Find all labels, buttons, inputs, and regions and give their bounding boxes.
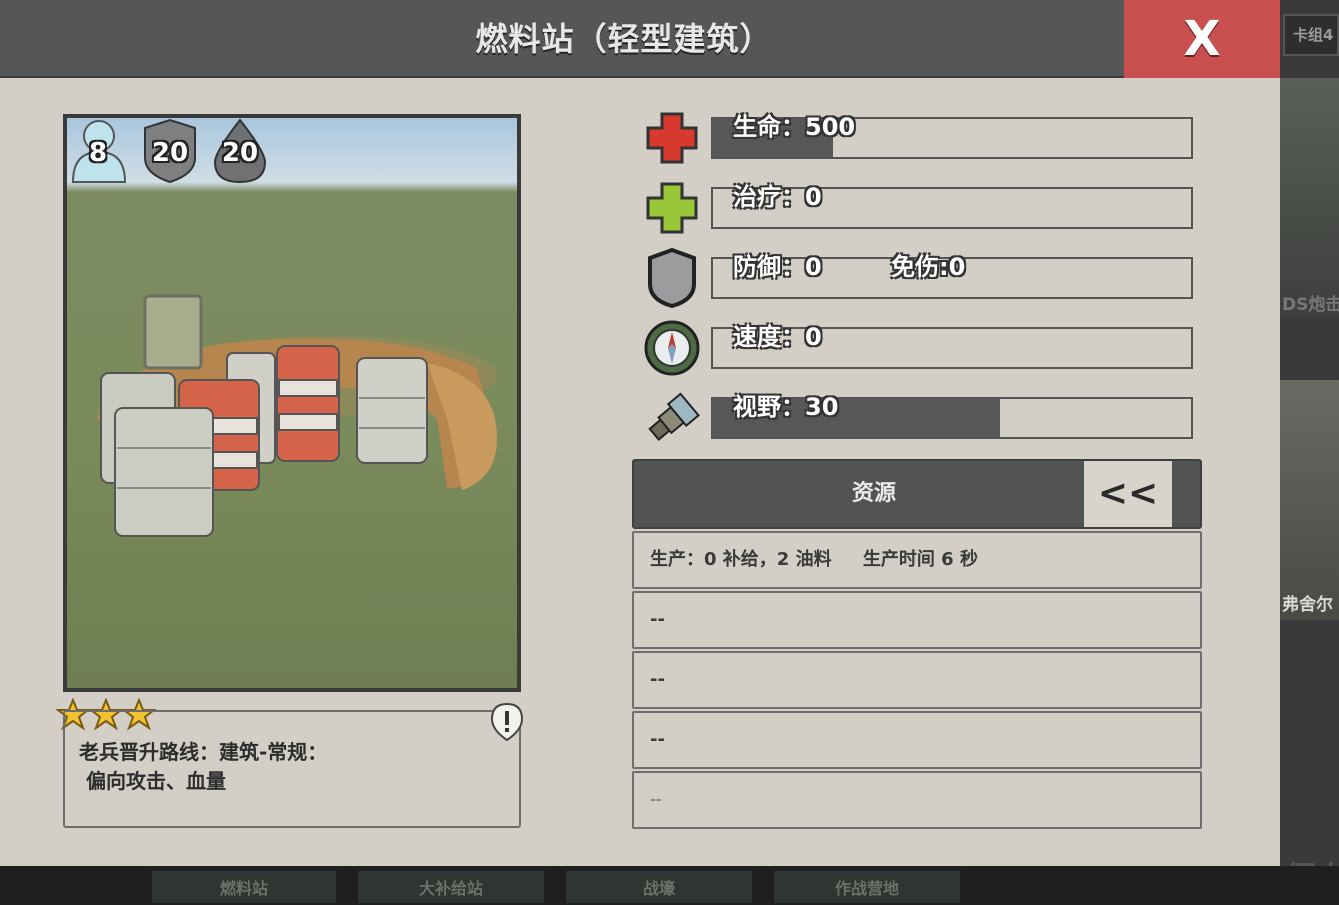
bottom-tab-trench[interactable]: 战壕 bbox=[564, 869, 754, 905]
supply-cost-value: 20 bbox=[151, 138, 189, 168]
resource-row: -- bbox=[632, 711, 1202, 769]
fuel-cost-value: 20 bbox=[221, 138, 259, 168]
defense-bar: 防御：0 免伤:0 bbox=[711, 253, 1193, 299]
compass-icon bbox=[644, 320, 700, 376]
healing-bar: 治疗：0 bbox=[711, 183, 1193, 229]
resource-row: 生产：0 补给，2 油料 生产时间 6 秒 bbox=[632, 531, 1202, 589]
bottom-tab-supply-station[interactable]: 大补给站 bbox=[356, 869, 546, 905]
resource-row-text: -- bbox=[650, 792, 662, 808]
resource-row: -- bbox=[632, 651, 1202, 709]
close-button[interactable]: X bbox=[1124, 0, 1280, 78]
fuel-barrels-image bbox=[97, 294, 497, 537]
speed-bar: 速度：0 bbox=[711, 323, 1193, 369]
resource-row-text: -- bbox=[650, 609, 665, 630]
building-detail-dialog: 燃料站（轻型建筑） X 8 20 20 老兵晋升路线：建筑-常规： 偏向攻击、血… bbox=[0, 0, 1280, 866]
resource-row-text: -- bbox=[650, 729, 665, 750]
side-card-label-1: DS炮击 bbox=[1282, 295, 1339, 315]
health-label: 生命：500 bbox=[733, 113, 856, 141]
vision-bar: 视野：30 bbox=[711, 393, 1193, 439]
health-bar: 生命：500 bbox=[711, 113, 1193, 159]
speed-label: 速度：0 bbox=[733, 323, 822, 351]
unit-portrait: 8 20 20 bbox=[63, 114, 521, 692]
healing-label: 治疗：0 bbox=[733, 183, 822, 211]
resource-title: 资源 bbox=[851, 481, 896, 506]
info-icon[interactable] bbox=[490, 702, 524, 742]
resource-row: -- bbox=[632, 591, 1202, 649]
deck-tab[interactable]: 卡组4 bbox=[1283, 14, 1339, 56]
veteran-description-box: 老兵晋升路线：建筑-常规： 偏向攻击、血量 bbox=[63, 710, 521, 828]
veteran-description: 老兵晋升路线：建筑-常规： 偏向攻击、血量 bbox=[79, 740, 328, 793]
resource-row-text: -- bbox=[650, 669, 665, 690]
vision-label: 视野：30 bbox=[733, 393, 839, 421]
resource-header: 资源 << bbox=[632, 459, 1202, 529]
green-cross-icon bbox=[646, 182, 698, 234]
damage-reduction-label: 免伤:0 bbox=[891, 253, 966, 281]
side-unit-card-2[interactable] bbox=[1280, 380, 1339, 620]
defense-label: 防御：0 bbox=[733, 253, 822, 281]
bottom-tab-fuel-station[interactable]: 燃料站 bbox=[150, 869, 338, 905]
bottom-tab-camp[interactable]: 作战营地 bbox=[772, 869, 962, 905]
resource-collapse-button[interactable]: << bbox=[1084, 461, 1172, 527]
spyglass-icon bbox=[648, 392, 700, 441]
side-unit-card-1[interactable] bbox=[1280, 78, 1339, 318]
shield-icon bbox=[648, 248, 696, 308]
red-cross-icon bbox=[646, 112, 698, 164]
dialog-title: 燃料站（轻型建筑） bbox=[475, 20, 773, 58]
resource-row: -- bbox=[632, 771, 1202, 829]
resource-row-text: 生产：0 补给，2 油料 生产时间 6 秒 bbox=[650, 549, 978, 570]
population-value: 8 bbox=[88, 138, 108, 168]
side-card-label-2: 弗舍尔 bbox=[1282, 595, 1333, 615]
